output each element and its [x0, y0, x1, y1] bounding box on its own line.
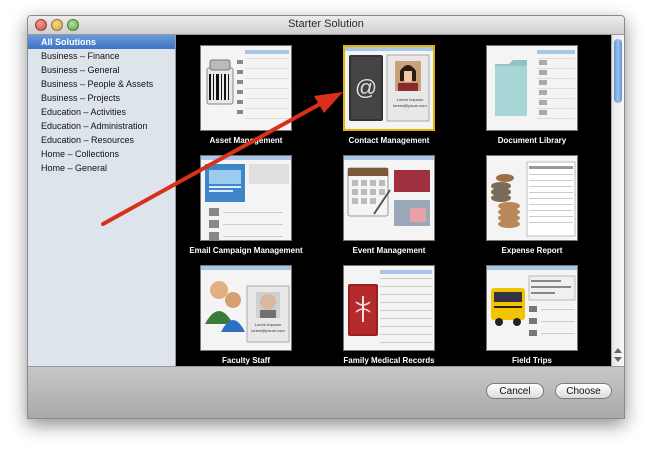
cancel-button[interactable]: Cancel [486, 383, 544, 399]
solution-label: Field Trips [511, 356, 552, 365]
scrollbar-thumb[interactable] [614, 39, 622, 103]
button-bar: Cancel Choose [28, 366, 624, 418]
sidebar-item-education-resources[interactable]: Education – Resources [28, 133, 175, 147]
sidebar-item-business-projects[interactable]: Business – Projects [28, 91, 175, 105]
svg-text:@: @ [355, 75, 377, 100]
category-list: All Solutions Business – Finance Busines… [28, 35, 176, 366]
solution-label: Event Management [352, 246, 426, 255]
sidebar-item-all-solutions[interactable]: All Solutions [28, 35, 175, 49]
solution-thumbnail [486, 155, 578, 241]
sidebar-item-home-collections[interactable]: Home – Collections [28, 147, 175, 161]
titlebar: Starter Solution [28, 16, 624, 35]
faculty-card-email: lorem@ipsum.com [251, 328, 285, 333]
contact-card-name: Lorem Impsum [396, 97, 424, 102]
solution-thumbnail: Lorem Impsum lorem@ipsum.com [200, 265, 292, 351]
choose-button[interactable]: Choose [555, 383, 612, 399]
barcode-scanner-icon [206, 50, 289, 119]
address-book-icon: @ [345, 47, 433, 122]
email-campaign-icon [201, 156, 291, 240]
sidebar-item-education-administration[interactable]: Education – Administration [28, 119, 175, 133]
solution-thumbnail [200, 155, 292, 241]
solution-thumbnail [343, 265, 435, 351]
sidebar-item-education-activities[interactable]: Education – Activities [28, 105, 175, 119]
solution-thumbnail: @ Lorem Impsum lorem@ipsum.com [343, 45, 435, 131]
vertical-scrollbar[interactable] [611, 35, 624, 366]
medical-book-icon [348, 270, 432, 343]
people-icon [201, 266, 291, 343]
sidebar-item-home-general[interactable]: Home – General [28, 161, 175, 175]
window-title: Starter Solution [288, 18, 364, 30]
faculty-card-name: Lorem Impsum [254, 322, 282, 327]
contact-card-email: lorem@ipsum.com [393, 103, 427, 108]
folder-icon [495, 50, 575, 119]
solution-label: Email Campaign Management [189, 246, 303, 255]
solution-thumbnail [200, 45, 292, 131]
coins-icon [491, 161, 576, 237]
sidebar-item-business-people-assets[interactable]: Business – People & Assets [28, 77, 175, 91]
calendar-icon [344, 156, 434, 226]
solution-thumbnail [343, 155, 435, 241]
solution-thumbnail [486, 265, 578, 351]
solution-label: Expense Report [501, 246, 563, 255]
school-bus-icon [487, 266, 577, 336]
solution-label: Family Medical Records [343, 356, 435, 365]
solution-label: Contact Management [348, 136, 430, 145]
sidebar-item-business-general[interactable]: Business – General [28, 63, 175, 77]
solution-label: Document Library [497, 136, 567, 145]
solution-thumbnail [486, 45, 578, 131]
starter-solution-window: Starter Solution All Solutions Business … [27, 15, 625, 419]
scroll-up-arrow-icon[interactable] [614, 348, 622, 353]
sidebar-item-business-finance[interactable]: Business – Finance [28, 49, 175, 63]
solutions-grid: Asset Management @ Lorem Impsum lorem@ip… [176, 35, 611, 366]
solution-label: Faculty Staff [221, 356, 270, 365]
solution-label: Asset Management [209, 136, 283, 145]
scroll-down-arrow-icon[interactable] [614, 357, 622, 362]
